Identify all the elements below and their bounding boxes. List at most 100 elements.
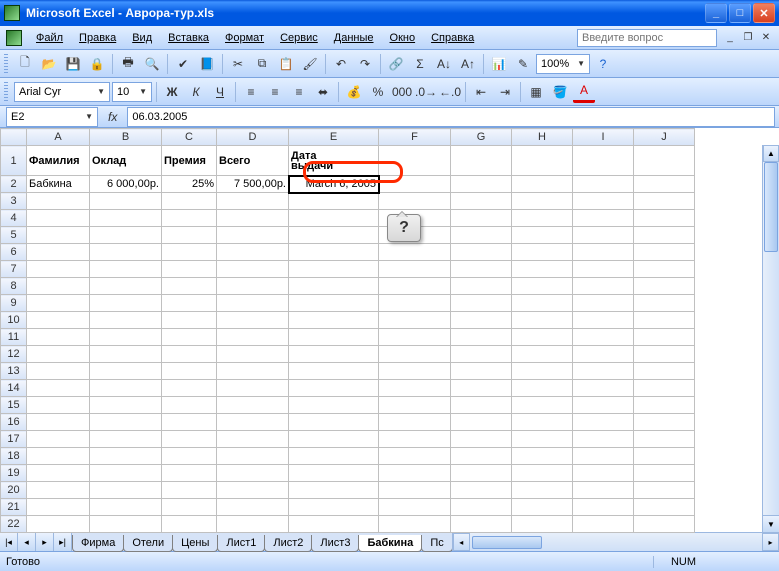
hyperlink-icon[interactable]: 🔗 (385, 53, 407, 75)
cell[interactable] (634, 176, 695, 193)
cell[interactable] (162, 414, 217, 431)
save-icon[interactable]: 💾 (62, 53, 84, 75)
sort-desc-icon[interactable]: A↑ (457, 53, 479, 75)
cell[interactable] (634, 346, 695, 363)
cell[interactable] (512, 431, 573, 448)
cut-icon[interactable]: ✂ (227, 53, 249, 75)
drawing-icon[interactable]: ✎ (512, 53, 534, 75)
cell[interactable] (289, 295, 379, 312)
cell[interactable] (451, 176, 512, 193)
row-header[interactable]: 14 (1, 380, 27, 397)
cell[interactable] (217, 295, 289, 312)
vscroll-thumb[interactable] (764, 162, 778, 252)
cell[interactable] (289, 465, 379, 482)
cell[interactable] (162, 397, 217, 414)
cell[interactable] (162, 227, 217, 244)
cell[interactable] (512, 210, 573, 227)
cell[interactable] (451, 448, 512, 465)
underline-icon[interactable]: Ч (209, 81, 231, 103)
row-header[interactable]: 21 (1, 499, 27, 516)
cell[interactable] (90, 227, 162, 244)
cell[interactable] (573, 193, 634, 210)
cell[interactable] (512, 176, 573, 193)
cell[interactable] (90, 448, 162, 465)
sheet-tab[interactable]: Бабкина (358, 535, 422, 552)
menu-format[interactable]: Формат (217, 29, 272, 47)
column-header[interactable]: G (451, 129, 512, 146)
cell[interactable] (573, 227, 634, 244)
help-icon[interactable]: ? (592, 53, 614, 75)
cell[interactable] (27, 329, 90, 346)
cell[interactable] (573, 210, 634, 227)
cell[interactable] (289, 244, 379, 261)
bold-icon[interactable]: Ж (161, 81, 183, 103)
align-right-icon[interactable]: ≡ (288, 81, 310, 103)
cell[interactable] (289, 397, 379, 414)
cell[interactable] (162, 295, 217, 312)
cell[interactable] (512, 346, 573, 363)
cell[interactable] (162, 499, 217, 516)
cell[interactable] (573, 312, 634, 329)
cell[interactable] (634, 312, 695, 329)
row-header[interactable]: 12 (1, 346, 27, 363)
cell[interactable] (27, 295, 90, 312)
cell[interactable] (162, 380, 217, 397)
permission-icon[interactable]: 🔒 (86, 53, 108, 75)
cell[interactable] (90, 346, 162, 363)
sheet-tab[interactable]: Пс (421, 535, 452, 552)
zoom-select[interactable]: 100%▼ (536, 54, 590, 74)
row-header[interactable]: 15 (1, 397, 27, 414)
cell[interactable] (217, 482, 289, 499)
row-header[interactable]: 7 (1, 261, 27, 278)
cell[interactable]: Бабкина (27, 176, 90, 193)
select-all-corner[interactable] (1, 129, 27, 146)
menu-data[interactable]: Данные (326, 29, 382, 47)
row-header[interactable]: 17 (1, 431, 27, 448)
cell[interactable] (512, 227, 573, 244)
row-header[interactable]: 4 (1, 210, 27, 227)
cell[interactable] (217, 465, 289, 482)
cell[interactable] (90, 278, 162, 295)
cell[interactable] (573, 516, 634, 533)
cell[interactable] (451, 295, 512, 312)
cell[interactable] (634, 482, 695, 499)
cell[interactable] (217, 346, 289, 363)
cell[interactable] (27, 193, 90, 210)
cell[interactable] (379, 295, 451, 312)
cell[interactable] (451, 244, 512, 261)
cell[interactable] (634, 363, 695, 380)
cell[interactable] (27, 482, 90, 499)
increase-indent-icon[interactable]: ⇥ (494, 81, 516, 103)
cell[interactable] (162, 193, 217, 210)
sheet-tab[interactable]: Лист3 (311, 535, 359, 552)
cell[interactable] (451, 465, 512, 482)
cell[interactable] (162, 210, 217, 227)
cell[interactable] (27, 380, 90, 397)
cell[interactable] (379, 346, 451, 363)
cell[interactable] (573, 146, 634, 176)
print-icon[interactable]: 🖶 (117, 53, 139, 75)
cell[interactable] (451, 363, 512, 380)
cell[interactable] (27, 499, 90, 516)
cell[interactable] (90, 244, 162, 261)
cell[interactable] (289, 312, 379, 329)
column-header[interactable]: F (379, 129, 451, 146)
fx-icon[interactable]: fx (108, 110, 117, 124)
cell[interactable] (90, 482, 162, 499)
increase-decimal-icon[interactable]: .0→ (415, 81, 437, 103)
cell[interactable] (573, 295, 634, 312)
cell[interactable] (289, 380, 379, 397)
cell[interactable] (217, 397, 289, 414)
cell[interactable] (289, 363, 379, 380)
cell[interactable] (379, 465, 451, 482)
cell[interactable] (634, 431, 695, 448)
open-icon[interactable]: 📂 (38, 53, 60, 75)
cell[interactable] (217, 193, 289, 210)
cell[interactable] (90, 414, 162, 431)
maximize-button[interactable]: □ (729, 3, 751, 23)
cell[interactable] (573, 329, 634, 346)
cell[interactable] (162, 312, 217, 329)
cell[interactable] (379, 363, 451, 380)
borders-icon[interactable]: ▦ (525, 81, 547, 103)
cell[interactable] (451, 261, 512, 278)
